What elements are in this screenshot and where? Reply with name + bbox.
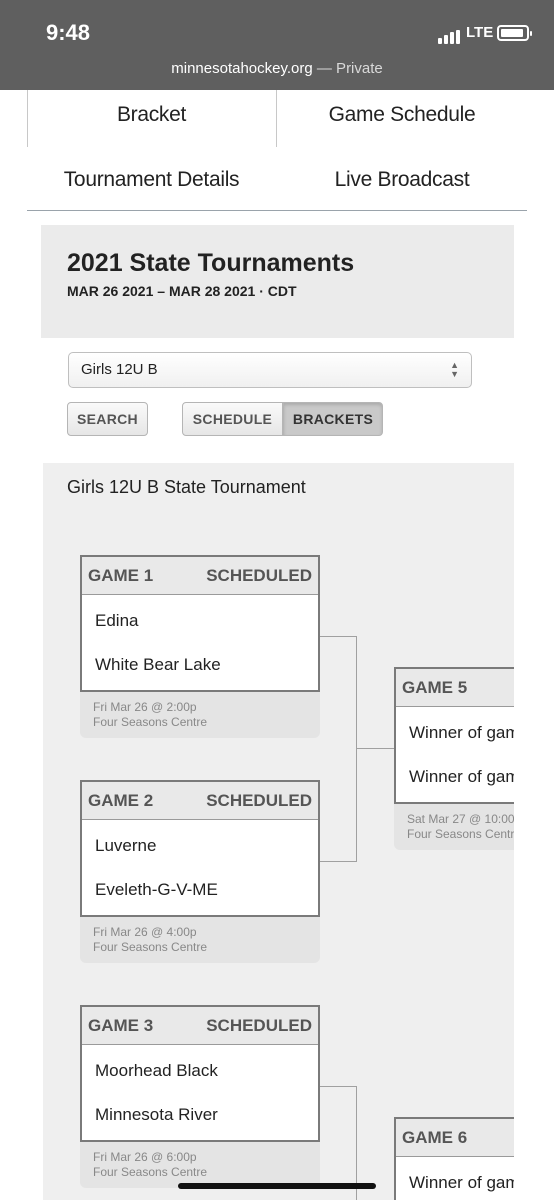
tournament-header: 2021 State Tournaments MAR 26 2021 – MAR…: [41, 225, 514, 338]
network-label: LTE: [466, 24, 494, 41]
game-info: Sat Mar 27 @ 10:00a Four Seasons Centre: [394, 804, 514, 850]
game-venue: Four Seasons Centre: [93, 715, 208, 729]
bracket-connector: [356, 636, 357, 862]
game-card[interactable]: GAME 5 Winner of game 1 Winner of game 2: [394, 667, 514, 804]
bracket-connector: [320, 1086, 356, 1087]
team-name: Edina: [95, 611, 139, 630]
nav-tournament-details[interactable]: Tournament Details: [27, 168, 276, 192]
address-bar[interactable]: minnesotahockey.org — Private: [0, 60, 554, 77]
team-name: White Bear Lake: [95, 655, 221, 674]
nav-live-broadcast[interactable]: Live Broadcast: [277, 168, 527, 192]
game-venue: Four Seasons Centre: [93, 1165, 208, 1179]
game-label: GAME 5: [402, 678, 468, 697]
game-datetime: Fri Mar 26 @ 2:00p: [93, 700, 197, 714]
team-name: Moorhead Black: [95, 1061, 218, 1080]
game-header: GAME 3 SCHEDULED: [82, 1007, 318, 1045]
game-label: GAME 1: [88, 566, 154, 585]
game-info: Fri Mar 26 @ 2:00p Four Seasons Centre: [80, 692, 320, 738]
game-card[interactable]: GAME 1 SCHEDULED Edina White Bear Lake: [80, 555, 320, 692]
game-label: GAME 2: [88, 791, 154, 810]
game-status: SCHEDULED: [206, 566, 312, 585]
team-name: Luverne: [95, 836, 157, 855]
game-card[interactable]: GAME 2 SCHEDULED Luverne Eveleth-G-V-ME: [80, 780, 320, 917]
status-time: 9:48: [46, 20, 91, 45]
game-card[interactable]: GAME 3 SCHEDULED Moorhead Black Minnesot…: [80, 1005, 320, 1142]
bracket-panel: Girls 12U B State Tournament Fri Mar 26 …: [43, 463, 514, 1200]
bracket-title: Girls 12U B State Tournament: [67, 477, 306, 497]
search-button[interactable]: SEARCH: [67, 402, 148, 436]
url-privacy: — Private: [316, 60, 383, 77]
bracket-connector: [320, 861, 356, 862]
nav-bracket[interactable]: Bracket: [27, 103, 276, 127]
game-label: GAME 6: [402, 1128, 468, 1147]
game-venue: Four Seasons Centre: [407, 827, 514, 841]
tournament-dates: MAR 26 2021 – MAR 28 2021 · CDT: [67, 283, 297, 299]
division-select[interactable]: Girls 12U B ▲ ▼: [68, 352, 472, 388]
game-datetime: Fri Mar 26 @ 4:00p: [93, 925, 197, 939]
game-label: GAME 3: [88, 1016, 154, 1035]
brackets-button[interactable]: BRACKETS: [283, 402, 383, 436]
team-name: Minnesota River: [95, 1105, 218, 1124]
game-datetime: Sat Mar 27 @ 10:00a: [407, 812, 514, 826]
game-card[interactable]: GAME 6 Winner of game 3: [394, 1117, 514, 1200]
game-header: GAME 2 SCHEDULED: [82, 782, 318, 820]
schedule-button[interactable]: SCHEDULE: [182, 402, 283, 436]
select-arrows-icon: ▲ ▼: [450, 360, 459, 379]
game-info: Fri Mar 26 @ 4:00p Four Seasons Centre: [80, 917, 320, 963]
team-name: Winner of game 3: [409, 1173, 514, 1192]
game-header: GAME 1 SCHEDULED: [82, 557, 318, 595]
game-venue: Four Seasons Centre: [93, 940, 208, 954]
game-info: Fri Mar 26 @ 6:00p Four Seasons Centre: [80, 1142, 320, 1188]
page-title: 2021 State Tournaments: [67, 249, 355, 277]
game-header: GAME 5: [396, 669, 514, 707]
nav-underline: [27, 210, 527, 211]
team-name: Winner of game 1: [409, 723, 514, 742]
bracket-connector: [320, 636, 356, 637]
game-status: SCHEDULED: [206, 791, 312, 810]
game-status: SCHEDULED: [206, 1016, 312, 1035]
game-header: GAME 6: [396, 1119, 514, 1157]
home-indicator: [178, 1183, 376, 1189]
nav-game-schedule[interactable]: Game Schedule: [277, 103, 527, 127]
division-select-value: Girls 12U B: [81, 361, 158, 378]
team-name: Eveleth-G-V-ME: [95, 880, 218, 899]
battery-icon: [497, 25, 532, 41]
url-domain: minnesotahockey.org: [171, 60, 313, 77]
bracket-connector: [356, 748, 394, 749]
signal-icon: [438, 26, 462, 44]
browser-chrome: 9:48 LTE minnesotahockey.org — Private: [0, 0, 554, 90]
game-datetime: Fri Mar 26 @ 6:00p: [93, 1150, 197, 1164]
team-name: Winner of game 2: [409, 767, 514, 786]
